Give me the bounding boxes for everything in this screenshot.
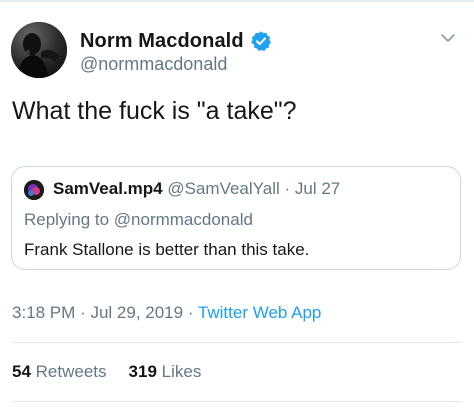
profile-photo-icon bbox=[11, 22, 67, 78]
divider bbox=[12, 342, 462, 343]
likes-label: Likes bbox=[161, 362, 202, 381]
top-divider bbox=[0, 0, 474, 2]
quoted-author-handle: @SamVealYall bbox=[167, 179, 280, 198]
author-avatar[interactable] bbox=[11, 22, 67, 78]
quoted-author-name: SamVeal.mp4 bbox=[53, 179, 163, 198]
chevron-down-icon[interactable] bbox=[440, 30, 456, 46]
quoted-profile-photo-icon bbox=[24, 180, 44, 200]
meta-separator: · bbox=[80, 303, 86, 322]
likes-stat[interactable]: 319 Likes bbox=[129, 362, 202, 381]
retweets-stat[interactable]: 54 Retweets bbox=[12, 362, 107, 381]
tweet-source-link[interactable]: Twitter Web App bbox=[198, 303, 321, 322]
tweet-stats: 54 Retweets 319 Likes bbox=[12, 362, 201, 382]
author-handle[interactable]: @normmacdonald bbox=[80, 54, 227, 75]
retweets-label: Retweets bbox=[35, 362, 107, 381]
meta-separator: · bbox=[187, 303, 194, 322]
likes-count: 319 bbox=[128, 362, 157, 381]
author-name[interactable]: Norm Macdonald bbox=[80, 30, 244, 53]
quoted-author-avatar bbox=[24, 180, 44, 200]
tweet-text: What the fuck is "a take"? bbox=[12, 97, 297, 125]
author-name-row[interactable]: Norm Macdonald bbox=[80, 28, 272, 54]
quoted-tweet-header: SamVeal.mp4 @SamVealYall · Jul 27 bbox=[53, 179, 340, 199]
quoted-date: Jul 27 bbox=[294, 179, 341, 198]
retweets-count: 54 bbox=[12, 362, 31, 381]
verified-badge-icon bbox=[250, 31, 271, 51]
divider bbox=[12, 401, 462, 402]
tweet-meta: 3:18 PM · Jul 29, 2019 · Twitter Web App bbox=[12, 303, 321, 323]
tweet-time[interactable]: 3:18 PM bbox=[12, 303, 75, 322]
quoted-tweet-text: Frank Stallone is better than this take. bbox=[24, 240, 310, 259]
quoted-separator: · bbox=[284, 179, 291, 198]
tweet-date[interactable]: Jul 29, 2019 bbox=[90, 303, 183, 322]
quoted-tweet-card[interactable]: SamVeal.mp4 @SamVealYall · Jul 27 Replyi… bbox=[11, 166, 461, 270]
quoted-replying-to: Replying to @normmacdonald bbox=[24, 210, 253, 229]
